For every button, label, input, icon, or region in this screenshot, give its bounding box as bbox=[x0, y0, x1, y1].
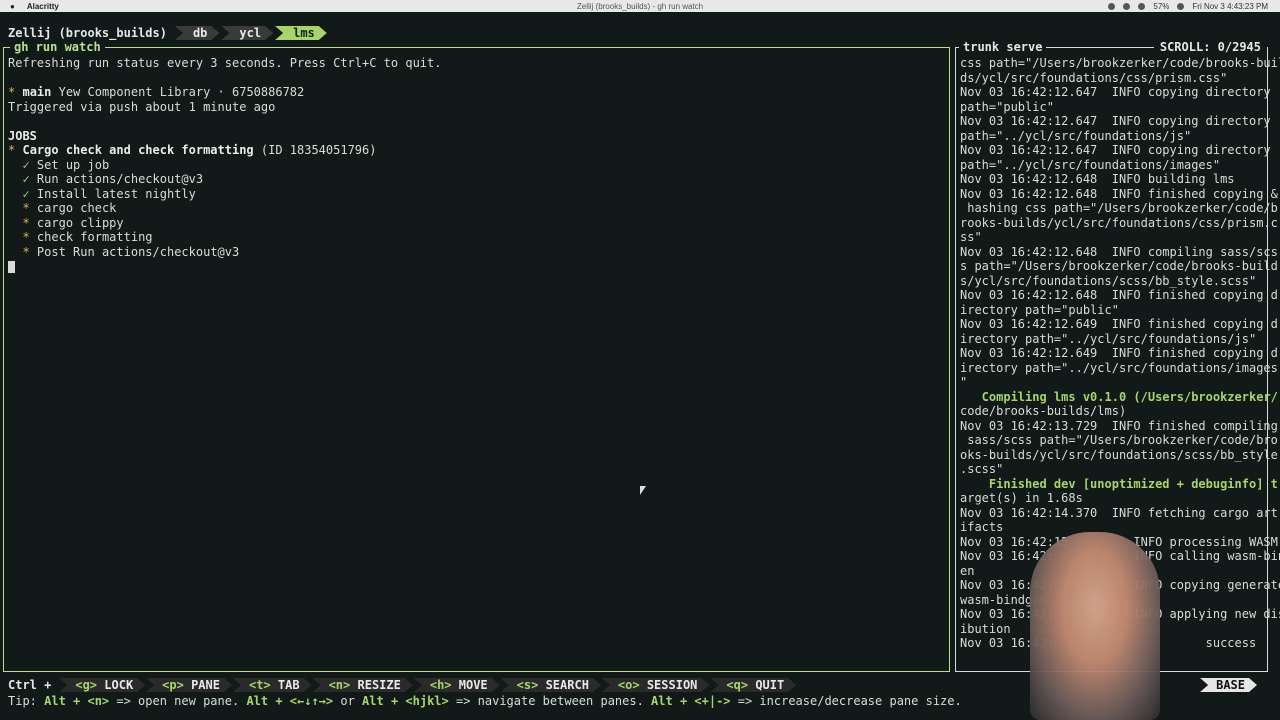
status-icon[interactable] bbox=[1138, 2, 1146, 10]
zellij-status-bar: Ctrl + <g> LOCK <p> PANE <t> TAB <n> RES… bbox=[0, 678, 1280, 692]
pending-icon: * bbox=[8, 143, 16, 157]
log-line: sass/scss path="/Users/brookzerker/code/… bbox=[960, 433, 1278, 447]
check-icon: ✓ bbox=[22, 157, 30, 172]
refresh-notice: Refreshing run status every 3 seconds. P… bbox=[8, 56, 442, 70]
job-step: Install latest nightly bbox=[36, 186, 196, 201]
menubar-clock[interactable]: Fri Nov 3 4:43:23 PM bbox=[1192, 2, 1268, 11]
log-line: Nov 03 16:42:12.649 INFO finished copyin… bbox=[960, 346, 1278, 360]
wifi-icon[interactable] bbox=[1177, 2, 1185, 10]
tab-db[interactable]: db bbox=[175, 26, 219, 40]
log-line: css path="/Users/brookzerker/code/brooks… bbox=[960, 56, 1280, 70]
log-line: path="../ycl/src/foundations/images" bbox=[960, 157, 1221, 172]
battery-percent[interactable]: 57% bbox=[1153, 2, 1169, 11]
scroll-indicator: SCROLL: 0/2945 bbox=[1153, 40, 1267, 54]
log-line: Nov 03 16:42:14.370 INFO fetching cargo … bbox=[960, 505, 1278, 520]
keybind-tab[interactable]: <t> TAB bbox=[233, 678, 312, 692]
run-trigger: Triggered via push about 1 minute ago bbox=[8, 99, 276, 114]
mouse-pointer-icon bbox=[640, 486, 646, 495]
log-line: Finished dev [unoptimized + debuginfo] t bbox=[960, 476, 1278, 491]
log-line: hashing css path="/Users/brookzerker/cod… bbox=[960, 201, 1278, 215]
keybind-move[interactable]: <h> MOVE bbox=[414, 678, 500, 692]
log-line: Nov 03 16:42:13.729 INFO finished compil… bbox=[960, 418, 1278, 433]
job-step: Set up job bbox=[36, 157, 110, 172]
keybind-quit[interactable]: <q> QUIT bbox=[710, 678, 796, 692]
log-line: Nov 03 16:42:12.647 INFO copying directo… bbox=[960, 114, 1271, 128]
pending-icon: * bbox=[8, 85, 16, 99]
pending-icon: * bbox=[22, 244, 30, 259]
ctrl-label: Ctrl + bbox=[8, 678, 52, 692]
check-icon: ✓ bbox=[22, 186, 30, 201]
menubar-status-area: 57% Fri Nov 3 4:43:23 PM bbox=[1108, 2, 1268, 11]
log-line: arget(s) in 1.68s bbox=[960, 491, 1083, 505]
run-branch: main bbox=[22, 85, 52, 99]
status-icon[interactable] bbox=[1123, 2, 1131, 10]
pending-icon: * bbox=[22, 201, 30, 215]
log-line: code/brooks-builds/lms) bbox=[960, 404, 1127, 418]
mode-indicator: BASE bbox=[1200, 678, 1257, 692]
tab-lms[interactable]: lms bbox=[275, 26, 327, 40]
pane-title: gh run watch bbox=[10, 40, 105, 54]
log-line: Nov 03 16:42:12.649 INFO finished copyin… bbox=[960, 317, 1278, 331]
log-line: Compiling lms v0.1.0 (/Users/brookzerker… bbox=[960, 389, 1278, 404]
keybind-search[interactable]: <s> SEARCH bbox=[501, 678, 601, 692]
pane-title: trunk serve bbox=[959, 40, 1047, 54]
log-line: Nov 03 16:42:12.648 INFO building lms bbox=[960, 172, 1235, 186]
log-line: irectory path="../ycl/src/foundations/js… bbox=[960, 331, 1257, 346]
job-step: cargo clippy bbox=[36, 215, 124, 230]
log-line: Nov 03 16:42:12.648 INFO compiling sass/… bbox=[960, 244, 1278, 259]
keybind-resize[interactable]: <n> RESIZE bbox=[313, 678, 413, 692]
log-line: irectory path="../ycl/src/foundations/im… bbox=[960, 360, 1278, 375]
log-line: Nov 03 16:42:12.647 INFO copying directo… bbox=[960, 85, 1271, 99]
log-line: s/ycl/src/foundations/scss/bb_style.scss… bbox=[960, 273, 1257, 288]
macos-menubar: ● Alacritty Zellij (brooks_builds) - gh … bbox=[0, 0, 1280, 12]
log-line: path="../ycl/src/foundations/js" bbox=[960, 128, 1192, 143]
log-line: ss" bbox=[960, 230, 982, 244]
keybind-pane[interactable]: <p> PANE bbox=[146, 678, 232, 692]
log-line: " bbox=[960, 375, 968, 389]
status-icon[interactable] bbox=[1108, 2, 1116, 10]
job-step: cargo check bbox=[36, 201, 117, 215]
log-line: ds/ycl/src/foundations/css/prism.css" bbox=[960, 70, 1228, 85]
log-line: .scss" bbox=[960, 462, 1004, 476]
job-step: Post Run actions/checkout@v3 bbox=[36, 244, 240, 259]
gh-run-watch-pane[interactable]: gh run watch Refreshing run status every… bbox=[3, 40, 950, 672]
terminal-output: Refreshing run status every 3 seconds. P… bbox=[8, 56, 441, 274]
run-repo: Yew Component Library · 6750886782 bbox=[51, 85, 305, 99]
log-line: s path="/Users/brookzerker/code/brooks-b… bbox=[960, 259, 1278, 273]
job-id: (ID 18354051796) bbox=[253, 143, 377, 157]
pending-icon: * bbox=[22, 215, 30, 230]
session-name: Zellij (brooks_builds) bbox=[8, 26, 167, 40]
pending-icon: * bbox=[22, 230, 30, 244]
window-title: Zellij (brooks_builds) - gh run watch bbox=[576, 1, 704, 11]
log-line: path="public" bbox=[960, 99, 1054, 114]
tab-ycl[interactable]: ycl bbox=[221, 26, 273, 40]
log-line: irectory path="public" bbox=[960, 302, 1119, 317]
log-line: Nov 03 16:42:12.648 INFO finished copyin… bbox=[960, 288, 1278, 302]
log-line: ifacts bbox=[960, 520, 1004, 534]
log-line: Nov 03 16:42:12.647 INFO copying directo… bbox=[960, 143, 1271, 157]
job-name: Cargo check and check formatting bbox=[22, 143, 254, 157]
job-step: check formatting bbox=[36, 230, 153, 244]
log-line: Nov 03 16:42:12.648 INFO finished copyin… bbox=[960, 186, 1278, 201]
job-step: Run actions/checkout@v3 bbox=[36, 172, 204, 186]
jobs-header: JOBS bbox=[8, 128, 37, 143]
keybind-lock[interactable]: <g> LOCK bbox=[59, 678, 145, 692]
keybind-session[interactable]: <o> SESSION bbox=[602, 678, 709, 692]
terminal-cursor bbox=[8, 260, 15, 273]
log-line: oks-builds/ycl/src/foundations/scss/bb_s… bbox=[960, 447, 1278, 462]
zellij-tab-bar: Zellij (brooks_builds) db ycl lms bbox=[0, 26, 1280, 40]
log-line: rooks-builds/ycl/src/foundations/css/pri… bbox=[960, 215, 1278, 230]
tip-line: Tip: Alt + <n> => open new pane. Alt + <… bbox=[8, 694, 962, 708]
check-icon: ✓ bbox=[22, 172, 30, 186]
